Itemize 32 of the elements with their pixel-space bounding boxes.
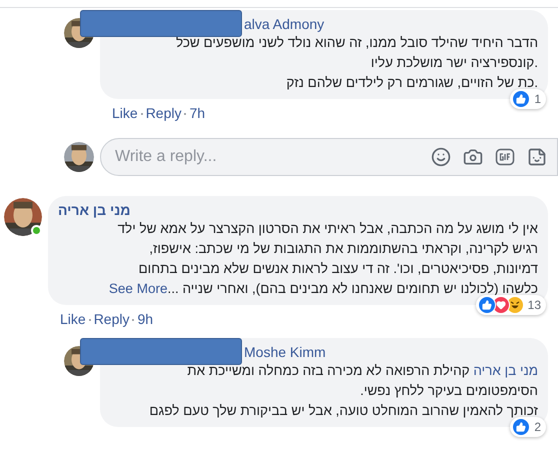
comment-line: דמיונות, פסיכיאטרים, וכו'. זה די עצוב לראות אנשים שלא מבינים בתחום xyxy=(138,260,538,278)
reply-link[interactable]: Reply xyxy=(146,103,182,124)
camera-icon[interactable] xyxy=(463,147,483,167)
like-reaction-icon xyxy=(478,296,496,314)
reaction-counter[interactable]: 13 xyxy=(476,295,546,315)
mention-link[interactable]: See More xyxy=(108,281,168,296)
reaction-counter[interactable]: 2 xyxy=(510,417,546,437)
author-name[interactable]: Moshe Kimm xyxy=(244,344,326,360)
gif-icon[interactable] xyxy=(495,147,515,167)
author-name[interactable]: alva Admony xyxy=(244,16,324,32)
timestamp[interactable]: 9h xyxy=(137,309,154,330)
comment-line: זכותך להאמין שהרוב המוחלט טועה, אבל יש בביקורת שלך טעם לפגם xyxy=(148,402,538,420)
reaction-counter[interactable]: 1 xyxy=(510,89,546,109)
comment-line: הסימפטומים בעיקר ללחץ נפשי. xyxy=(359,382,538,400)
like-link[interactable]: Like xyxy=(60,309,86,330)
comment-line: מני בן אריה קהילת הרפואה לא מכירה בזה כמחלה ומשייכת את xyxy=(186,362,538,380)
sticker-icon[interactable] xyxy=(527,147,547,167)
comment-line: הדבר היחיד שהילד סובל ממנו, זה שהוא נולד לשני מושפעים שכל xyxy=(174,34,538,52)
emoji-icon[interactable] xyxy=(431,147,451,167)
author-name[interactable]: מני בן אריה xyxy=(58,202,130,218)
reply-field[interactable]: Write a reply... xyxy=(100,138,558,176)
like-reaction-icon xyxy=(512,90,530,108)
mention-link[interactable]: מני בן אריה xyxy=(473,363,538,378)
comment-line: אין לי מושג על מה הכתבה, אבל ראיתי את הסרטון הקצרצר על אמא של ילד xyxy=(116,220,538,238)
comment-line: רגיש לקרינה, וקראתי בהשתוממות את התגובות של מי שכתב: אישפוז, xyxy=(148,240,538,258)
like-link[interactable]: Like xyxy=(112,103,138,124)
timestamp[interactable]: 7h xyxy=(189,103,206,124)
comment-line: .קונספירציה ישר מושלכת עליו xyxy=(370,54,538,72)
reply-link[interactable]: Reply xyxy=(94,309,130,330)
comment-line: .כת של הזויים, שגורמים רק לילדים שלהם נזק xyxy=(285,74,538,92)
reply-input-field[interactable]: Write a reply... xyxy=(115,145,425,169)
like-reaction-icon xyxy=(512,418,530,436)
